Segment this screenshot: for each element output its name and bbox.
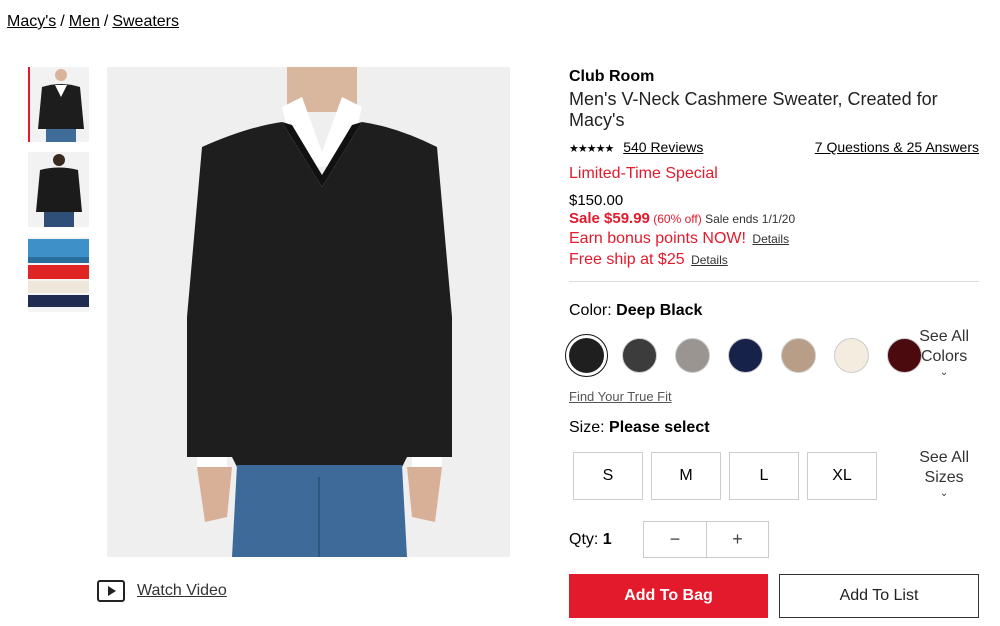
- sale-row: Sale $59.99 (60% off) Sale ends 1/1/20: [569, 210, 979, 227]
- quantity-stepper: − +: [643, 521, 769, 558]
- reviews-link[interactable]: 540 Reviews: [623, 139, 703, 155]
- brand-name: Club Room: [569, 68, 655, 85]
- swatch-cream[interactable]: [834, 337, 869, 373]
- divider: [569, 281, 979, 282]
- play-icon: [97, 580, 125, 602]
- rating-row: ★★★★★ 540 Reviews 7 Questions & 25 Answe…: [569, 139, 979, 155]
- see-all-sizes-line2: Sizes: [924, 469, 964, 486]
- product-title: Men's V-Neck Cashmere Sweater, Created f…: [569, 89, 938, 130]
- breadcrumb-men[interactable]: Men: [69, 13, 100, 30]
- quantity-value: 1: [602, 530, 612, 548]
- color-label-row: Color: Deep Black: [569, 302, 979, 320]
- action-buttons: Add To Bag Add To List: [569, 574, 979, 618]
- free-ship-row: Free ship at $25 Details: [569, 251, 979, 269]
- add-to-list-button[interactable]: Add To List: [779, 574, 979, 618]
- see-all-sizes-button[interactable]: See All Sizes ⌄: [919, 448, 969, 500]
- breadcrumb-separator: /: [103, 13, 109, 30]
- chevron-down-icon: ⌄: [939, 367, 949, 378]
- size-label: Size:: [569, 419, 605, 436]
- size-option-s[interactable]: S: [573, 452, 643, 500]
- free-ship-text: Free ship at $25: [569, 251, 685, 268]
- color-label: Color:: [569, 302, 612, 319]
- quantity-label-group: Qty: 1: [569, 531, 643, 549]
- questions-answers-link[interactable]: 7 Questions & 25 Answers: [815, 139, 979, 155]
- sweater-back-thumbnail-image: [28, 152, 89, 227]
- star-rating-icon: ★★★★★: [569, 143, 614, 155]
- breadcrumb-sweaters[interactable]: Sweaters: [112, 13, 179, 30]
- bonus-details-link[interactable]: Details: [752, 232, 789, 246]
- size-label-row: Size: Please select: [569, 419, 979, 437]
- color-swatches: See All Colors ⌄: [565, 328, 979, 378]
- sale-percent: (60% off): [653, 212, 702, 226]
- size-option-m[interactable]: M: [651, 452, 721, 500]
- breadcrumb-separator: /: [60, 13, 65, 30]
- bonus-points-row: Earn bonus points NOW! Details: [569, 230, 979, 248]
- rating-summary: ★★★★★ 540 Reviews: [569, 139, 703, 155]
- promo-label: Limited-Time Special: [569, 165, 718, 182]
- sweater-front-thumbnail-image: [30, 67, 89, 142]
- quantity-row: Qty: 1 − +: [569, 521, 979, 558]
- bonus-points-text: Earn bonus points NOW!: [569, 230, 746, 247]
- see-all-colors-line2: Colors: [920, 348, 968, 365]
- add-to-bag-button[interactable]: Add To Bag: [569, 574, 768, 618]
- watch-video-label: Watch Video: [137, 582, 227, 599]
- sweater-model-image: [107, 67, 510, 557]
- thumbnail-back[interactable]: [28, 152, 89, 227]
- original-price: $150.00: [569, 192, 624, 209]
- breadcrumb: Macy's / Men / Sweaters: [7, 13, 179, 31]
- size-options: S M L XL See All Sizes ⌄: [573, 449, 979, 500]
- see-all-colors-line1: See All: [919, 328, 969, 345]
- quantity-decrement-button[interactable]: −: [644, 522, 706, 557]
- quantity-label: Qty:: [569, 530, 599, 548]
- quantity-increment-button[interactable]: +: [706, 522, 768, 557]
- watch-video-link[interactable]: Watch Video: [97, 580, 227, 602]
- sweater-stack-thumbnail-image: [28, 237, 89, 312]
- product-image[interactable]: [107, 67, 510, 557]
- breadcrumb-macys[interactable]: Macy's: [7, 13, 56, 30]
- swatch-deep-black[interactable]: [565, 333, 608, 377]
- swatch-grey[interactable]: [675, 337, 710, 373]
- selected-color-name: Deep Black: [616, 302, 703, 319]
- swatch-navy[interactable]: [728, 337, 763, 373]
- size-option-l[interactable]: L: [729, 452, 799, 500]
- see-all-colors-button[interactable]: See All Colors ⌄: [919, 327, 969, 379]
- thumbnail-stack[interactable]: [28, 237, 89, 312]
- chevron-down-icon: ⌄: [939, 488, 949, 499]
- swatch-burgundy[interactable]: [887, 337, 922, 373]
- sale-end-date: Sale ends 1/1/20: [705, 212, 796, 226]
- thumbnail-front[interactable]: [28, 67, 89, 142]
- swatch-charcoal[interactable]: [622, 337, 657, 373]
- thumbnail-list: [28, 67, 90, 322]
- true-fit-link[interactable]: Find Your True Fit: [569, 389, 979, 404]
- selected-size: Please select: [609, 419, 710, 436]
- see-all-sizes-line1: See All: [919, 449, 969, 466]
- free-ship-details-link[interactable]: Details: [691, 253, 728, 267]
- product-info: Club Room Men's V-Neck Cashmere Sweater,…: [565, 68, 979, 618]
- swatch-camel[interactable]: [781, 337, 816, 373]
- sale-price: Sale $59.99: [569, 210, 650, 227]
- size-option-xl[interactable]: XL: [807, 452, 877, 500]
